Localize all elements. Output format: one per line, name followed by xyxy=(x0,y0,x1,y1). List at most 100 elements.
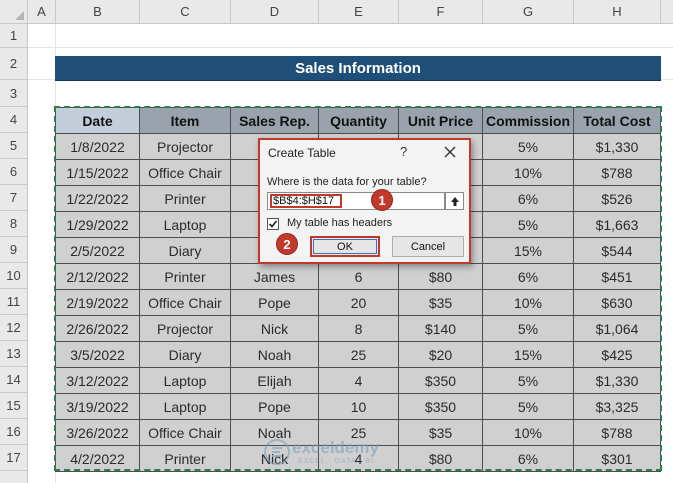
row-header-14[interactable]: 14 xyxy=(0,367,28,393)
cell-item[interactable]: Laptop xyxy=(139,367,231,394)
row-header-10[interactable]: 10 xyxy=(0,263,28,289)
cell-unit-price[interactable]: $350 xyxy=(398,393,483,420)
cell-date[interactable]: 1/15/2022 xyxy=(55,159,140,186)
header-quantity[interactable]: Quantity xyxy=(318,107,399,134)
row-header-12[interactable]: 12 xyxy=(0,315,28,341)
row-header-3[interactable]: 3 xyxy=(0,80,28,107)
row-header-1[interactable]: 1 xyxy=(0,24,28,48)
column-header-c[interactable]: C xyxy=(140,0,231,24)
cell-item[interactable]: Printer xyxy=(139,445,231,472)
sales-information-banner[interactable]: Sales Information xyxy=(55,56,661,81)
cell-date[interactable]: 3/19/2022 xyxy=(55,393,140,420)
cell-item[interactable]: Office Chair xyxy=(139,289,231,316)
cell-item[interactable]: Projector xyxy=(139,315,231,342)
row-header-7[interactable]: 7 xyxy=(0,185,28,211)
cell-quantity[interactable]: 20 xyxy=(318,289,399,316)
cell-commission[interactable]: 15% xyxy=(482,237,574,264)
select-all-corner[interactable] xyxy=(0,0,28,24)
cell-unit-price[interactable]: $80 xyxy=(398,263,483,290)
column-header-f[interactable]: F xyxy=(399,0,483,24)
cell-sales-rep[interactable]: James xyxy=(230,263,319,290)
dialog-close-button[interactable] xyxy=(440,142,460,162)
cell-quantity[interactable]: 6 xyxy=(318,263,399,290)
row-header-11[interactable]: 11 xyxy=(0,289,28,315)
header-unit-price[interactable]: Unit Price xyxy=(398,107,483,134)
cell-total-cost[interactable]: $3,325 xyxy=(573,393,661,420)
row-header-8[interactable]: 8 xyxy=(0,211,28,237)
cell-unit-price[interactable]: $20 xyxy=(398,341,483,368)
column-header-i[interactable] xyxy=(661,0,673,24)
cell-date[interactable]: 2/12/2022 xyxy=(55,263,140,290)
cell-quantity[interactable]: 10 xyxy=(318,393,399,420)
cell-commission[interactable]: 10% xyxy=(482,289,574,316)
cell-date[interactable]: 3/5/2022 xyxy=(55,341,140,368)
cell-commission[interactable]: 10% xyxy=(482,159,574,186)
column-header-g[interactable]: G xyxy=(483,0,574,24)
header-total-cost[interactable]: Total Cost xyxy=(573,107,661,134)
cell-unit-price[interactable]: $350 xyxy=(398,367,483,394)
cell-date[interactable]: 2/5/2022 xyxy=(55,237,140,264)
dialog-help-button[interactable]: ? xyxy=(400,144,407,159)
cell-sales-rep[interactable]: Elijah xyxy=(230,367,319,394)
cell-total-cost[interactable]: $1,064 xyxy=(573,315,661,342)
cell-date[interactable]: 1/8/2022 xyxy=(55,133,140,160)
cell-date[interactable]: 1/29/2022 xyxy=(55,211,140,238)
cell-unit-price[interactable]: $35 xyxy=(398,289,483,316)
cell-commission[interactable]: 5% xyxy=(482,367,574,394)
cell-commission[interactable]: 5% xyxy=(482,315,574,342)
cell-item[interactable]: Projector xyxy=(139,133,231,160)
row-header-6[interactable]: 6 xyxy=(0,159,28,185)
cell-total-cost[interactable]: $425 xyxy=(573,341,661,368)
cell-quantity[interactable]: 25 xyxy=(318,341,399,368)
cell-total-cost[interactable]: $526 xyxy=(573,185,661,212)
headers-checkbox-label[interactable]: My table has headers xyxy=(287,217,392,229)
row-header-4[interactable]: 4 xyxy=(0,107,28,133)
cell-item[interactable]: Diary xyxy=(139,237,231,264)
cell-item[interactable]: Printer xyxy=(139,185,231,212)
cell-total-cost[interactable]: $788 xyxy=(573,419,661,446)
cell-commission[interactable]: 6% xyxy=(482,445,574,472)
cell-commission[interactable]: 10% xyxy=(482,419,574,446)
row-header-18[interactable] xyxy=(0,471,28,483)
cell-item[interactable]: Laptop xyxy=(139,211,231,238)
cell-total-cost[interactable]: $301 xyxy=(573,445,661,472)
cell-total-cost[interactable]: $544 xyxy=(573,237,661,264)
column-header-d[interactable]: D xyxy=(231,0,319,24)
cell-quantity[interactable]: 8 xyxy=(318,315,399,342)
cell-total-cost[interactable]: $1,330 xyxy=(573,367,661,394)
cell-total-cost[interactable]: $630 xyxy=(573,289,661,316)
cell-sales-rep[interactable]: Pope xyxy=(230,393,319,420)
cell-item[interactable]: Office Chair xyxy=(139,419,231,446)
row-header-15[interactable]: 15 xyxy=(0,393,28,419)
cell-quantity[interactable]: 4 xyxy=(318,367,399,394)
cell-commission[interactable]: 15% xyxy=(482,341,574,368)
cell-total-cost[interactable]: $1,663 xyxy=(573,211,661,238)
column-header-h[interactable]: H xyxy=(574,0,661,24)
cell-sales-rep[interactable]: Noah xyxy=(230,341,319,368)
cell-commission[interactable]: 5% xyxy=(482,133,574,160)
header-item[interactable]: Item xyxy=(139,107,231,134)
row-header-17[interactable]: 17 xyxy=(0,445,28,471)
cell-item[interactable]: Printer xyxy=(139,263,231,290)
cell-total-cost[interactable]: $1,330 xyxy=(573,133,661,160)
cell-total-cost[interactable]: $788 xyxy=(573,159,661,186)
header-sales-rep[interactable]: Sales Rep. xyxy=(230,107,319,134)
cell-sales-rep[interactable]: Pope xyxy=(230,289,319,316)
column-header-a[interactable]: A xyxy=(28,0,56,24)
header-date[interactable]: Date xyxy=(55,107,140,134)
collapse-dialog-button[interactable] xyxy=(445,192,464,210)
cell-date[interactable]: 4/2/2022 xyxy=(55,445,140,472)
cell-item[interactable]: Office Chair xyxy=(139,159,231,186)
cell-date[interactable]: 2/26/2022 xyxy=(55,315,140,342)
range-input[interactable]: $B$4:$H$17 xyxy=(267,192,445,210)
headers-checkbox[interactable] xyxy=(267,218,279,230)
row-header-13[interactable]: 13 xyxy=(0,341,28,367)
cell-commission[interactable]: 6% xyxy=(482,185,574,212)
row-header-5[interactable]: 5 xyxy=(0,133,28,159)
row-header-9[interactable]: 9 xyxy=(0,237,28,263)
cell-sales-rep[interactable]: Nick xyxy=(230,315,319,342)
cell-commission[interactable]: 5% xyxy=(482,211,574,238)
cell-date[interactable]: 3/26/2022 xyxy=(55,419,140,446)
row-header-2[interactable]: 2 xyxy=(0,48,28,80)
header-commission[interactable]: Commission xyxy=(482,107,574,134)
